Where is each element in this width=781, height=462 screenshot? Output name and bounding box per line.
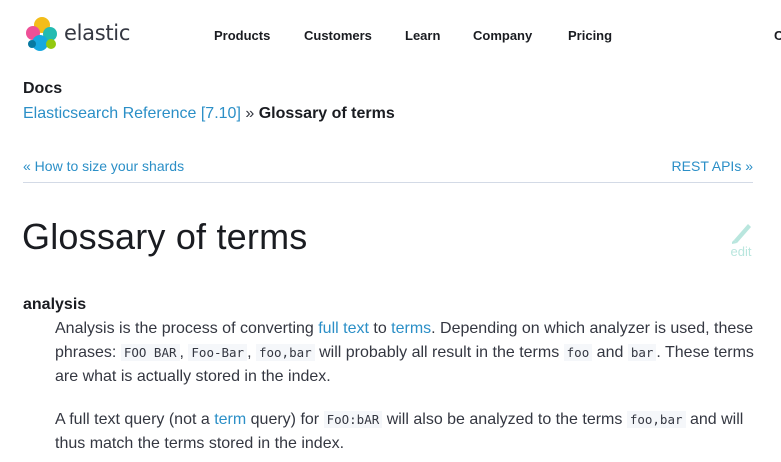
site-header: elastic Products Customers Learn Company… (0, 0, 781, 72)
elastic-logo[interactable]: elastic (24, 16, 144, 52)
breadcrumb-separator: » (245, 105, 255, 122)
full-text-link[interactable]: full text (318, 320, 369, 337)
terms-link[interactable]: terms (391, 320, 431, 337)
next-page-link[interactable]: REST APIs » (672, 158, 753, 174)
docs-label[interactable]: Docs (23, 80, 62, 98)
nav-company[interactable]: Company (473, 28, 532, 43)
nav-products[interactable]: Products (214, 28, 270, 43)
text: , (247, 344, 256, 361)
code-snippet: foo,bar (255, 344, 315, 361)
breadcrumb-parent-link[interactable]: Elasticsearch Reference [7.10] (23, 105, 241, 122)
elastic-logo-icon (26, 17, 57, 51)
prev-page-link[interactable]: « How to size your shards (23, 158, 184, 174)
code-snippet: bar (627, 344, 657, 361)
text: Analysis is the process of converting (55, 320, 319, 337)
nav-overflow-item[interactable]: C (774, 28, 781, 43)
code-snippet: Foo-Bar (188, 344, 248, 361)
edit-link[interactable]: edit (726, 218, 756, 259)
code-snippet: FOO BAR (120, 344, 180, 361)
breadcrumb: Elasticsearch Reference [7.10] » Glossar… (23, 105, 395, 123)
code-snippet: foo,bar (626, 411, 686, 428)
text: A full text query (not a (55, 411, 215, 428)
text: and (592, 344, 628, 361)
edit-label: edit (730, 244, 752, 259)
divider (23, 182, 753, 183)
logo-text: elastic (64, 21, 131, 45)
code-snippet: foo (563, 344, 593, 361)
breadcrumb-current: Glossary of terms (258, 105, 395, 122)
term-definition-paragraph: Analysis is the process of converting fu… (55, 317, 755, 389)
page-title: Glossary of terms (22, 216, 308, 257)
nav-pricing[interactable]: Pricing (568, 28, 612, 43)
term-query-link[interactable]: term (214, 411, 246, 428)
text: query) for (246, 411, 324, 428)
nav-customers[interactable]: Customers (304, 28, 372, 43)
glossary-term: analysis (23, 296, 87, 313)
code-snippet: FoO:bAR (323, 411, 383, 428)
text: will also be analyzed to the terms (382, 411, 627, 428)
term-example-paragraph: A full text query (not a term query) for… (55, 408, 755, 456)
nav-learn[interactable]: Learn (405, 28, 440, 43)
text: will probably all result in the terms (314, 344, 564, 361)
text: to (368, 320, 392, 337)
pencil-icon (732, 224, 751, 244)
